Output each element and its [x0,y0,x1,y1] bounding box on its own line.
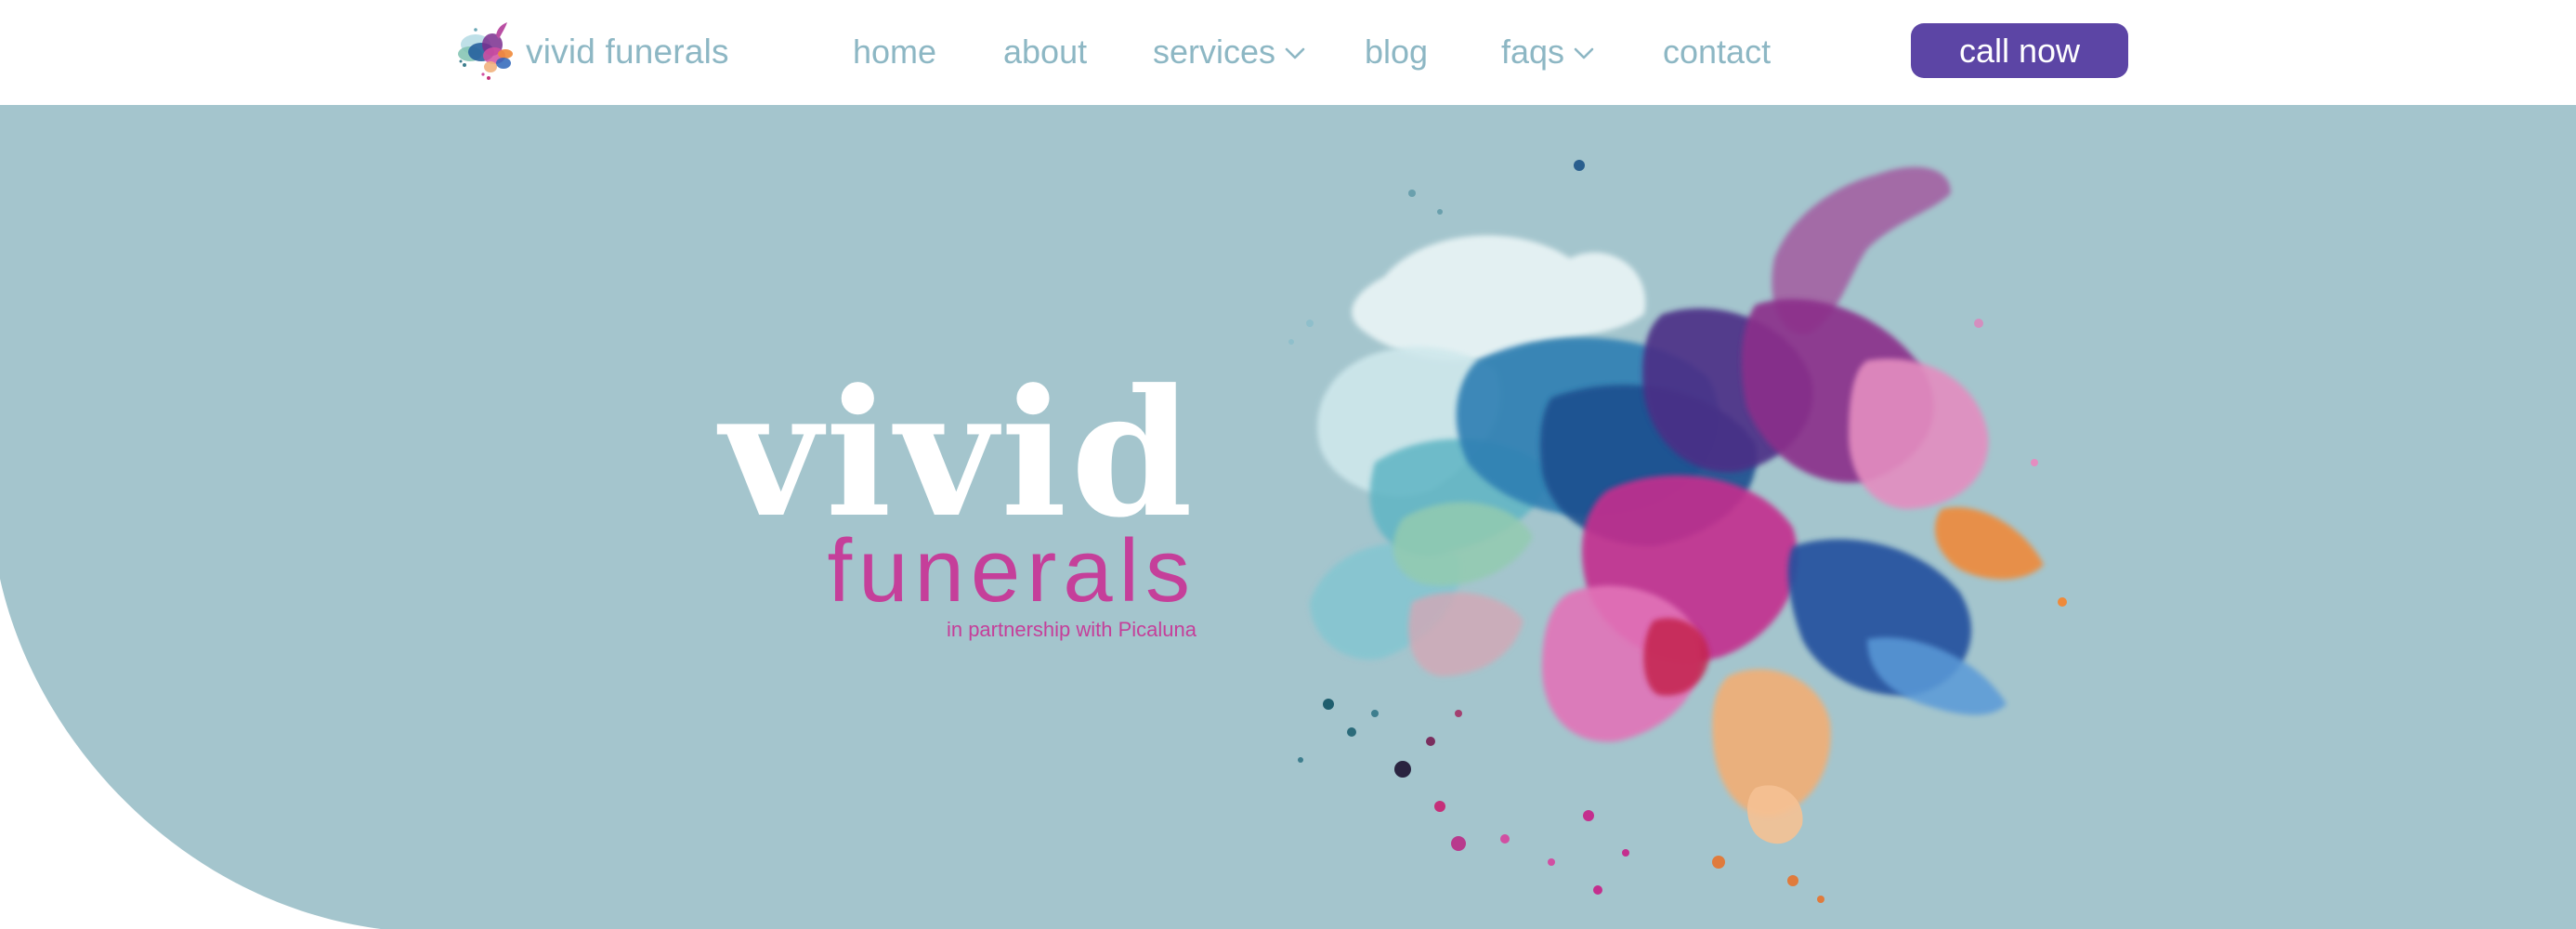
call-now-button[interactable]: call now [1911,23,2128,78]
site-header: vivid funerals home about services blog … [0,0,2576,105]
nav-contact[interactable]: contact [1663,28,1771,76]
nav-about[interactable]: about [1003,28,1087,76]
nav-blog-label: blog [1365,33,1429,71]
nav-home[interactable]: home [853,28,936,76]
nav-services[interactable]: services [1153,28,1305,76]
hero-section: vivid funerals in partnership with Pical… [0,105,2576,929]
chevron-down-icon [1574,47,1594,59]
nav-home-label: home [853,33,937,71]
nav-contact-label: contact [1663,33,1772,71]
nav-about-label: about [1003,33,1088,71]
nav-faqs-label: faqs [1501,33,1565,71]
nav-blog[interactable]: blog [1365,28,1428,76]
watercolor-paint-splash-illustration [1288,160,2067,903]
nav-faqs[interactable]: faqs [1501,28,1594,76]
hero-title-block: vivid funerals in partnership with Pical… [720,351,1196,644]
nav-services-label: services [1153,33,1276,71]
hero-partnership-text: in partnership with Picaluna [946,618,1196,641]
chevron-down-icon [1285,47,1305,59]
main-nav: home about services blog faqs contact [0,0,2576,105]
hero-title-vivid: vivid [720,351,1196,556]
